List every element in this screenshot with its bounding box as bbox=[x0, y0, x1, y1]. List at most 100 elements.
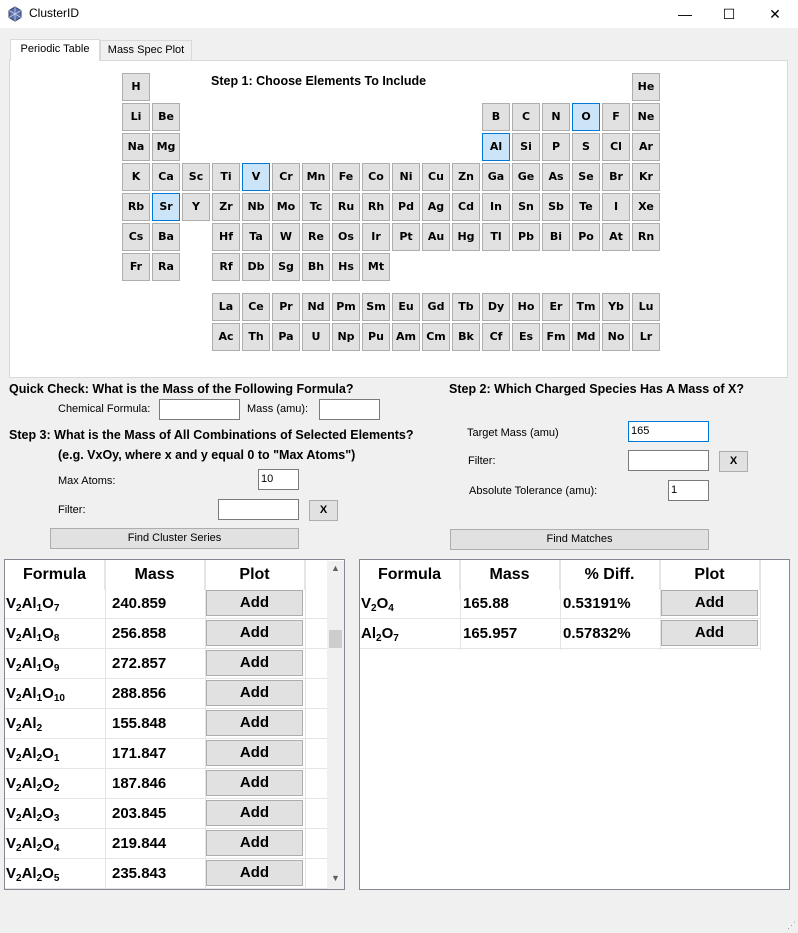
add-to-plot-button[interactable]: Add bbox=[206, 770, 303, 796]
step3-filter-input[interactable] bbox=[218, 499, 299, 520]
resize-grip-icon[interactable]: ⋰ bbox=[787, 920, 796, 931]
element-button-md[interactable]: Md bbox=[572, 323, 600, 351]
element-button-ne[interactable]: Ne bbox=[632, 103, 660, 131]
element-button-br[interactable]: Br bbox=[602, 163, 630, 191]
tab-periodic-table[interactable]: Periodic Table bbox=[10, 39, 100, 61]
element-button-pb[interactable]: Pb bbox=[512, 223, 540, 251]
element-button-in[interactable]: In bbox=[482, 193, 510, 221]
element-button-hf[interactable]: Hf bbox=[212, 223, 240, 251]
add-to-plot-button[interactable]: Add bbox=[206, 680, 303, 706]
element-button-pd[interactable]: Pd bbox=[392, 193, 420, 221]
element-button-kr[interactable]: Kr bbox=[632, 163, 660, 191]
element-button-p[interactable]: P bbox=[542, 133, 570, 161]
element-button-no[interactable]: No bbox=[602, 323, 630, 351]
element-button-ta[interactable]: Ta bbox=[242, 223, 270, 251]
element-button-pm[interactable]: Pm bbox=[332, 293, 360, 321]
element-button-la[interactable]: La bbox=[212, 293, 240, 321]
element-button-he[interactable]: He bbox=[632, 73, 660, 101]
element-button-th[interactable]: Th bbox=[242, 323, 270, 351]
element-button-yb[interactable]: Yb bbox=[602, 293, 630, 321]
element-button-cu[interactable]: Cu bbox=[422, 163, 450, 191]
element-button-po[interactable]: Po bbox=[572, 223, 600, 251]
element-button-ra[interactable]: Ra bbox=[152, 253, 180, 281]
element-button-fr[interactable]: Fr bbox=[122, 253, 150, 281]
element-button-sb[interactable]: Sb bbox=[542, 193, 570, 221]
tab-mass-spec-plot[interactable]: Mass Spec Plot bbox=[100, 40, 192, 60]
element-button-i[interactable]: I bbox=[602, 193, 630, 221]
close-button[interactable]: ✕ bbox=[752, 0, 798, 28]
element-button-zn[interactable]: Zn bbox=[452, 163, 480, 191]
step2-filter-input[interactable] bbox=[628, 450, 709, 471]
element-button-y[interactable]: Y bbox=[182, 193, 210, 221]
element-button-bh[interactable]: Bh bbox=[302, 253, 330, 281]
element-button-ba[interactable]: Ba bbox=[152, 223, 180, 251]
element-button-os[interactable]: Os bbox=[332, 223, 360, 251]
element-button-ce[interactable]: Ce bbox=[242, 293, 270, 321]
add-to-plot-button[interactable]: Add bbox=[661, 620, 758, 646]
element-button-h[interactable]: H bbox=[122, 73, 150, 101]
add-to-plot-button[interactable]: Add bbox=[661, 590, 758, 616]
element-button-er[interactable]: Er bbox=[542, 293, 570, 321]
element-button-cr[interactable]: Cr bbox=[272, 163, 300, 191]
element-button-w[interactable]: W bbox=[272, 223, 300, 251]
add-to-plot-button[interactable]: Add bbox=[206, 860, 303, 886]
element-button-pr[interactable]: Pr bbox=[272, 293, 300, 321]
element-button-k[interactable]: K bbox=[122, 163, 150, 191]
minimize-button[interactable]: — bbox=[662, 0, 708, 28]
element-button-u[interactable]: U bbox=[302, 323, 330, 351]
element-button-b[interactable]: B bbox=[482, 103, 510, 131]
mass-amu-input[interactable] bbox=[319, 399, 380, 420]
chemical-formula-input[interactable] bbox=[159, 399, 240, 420]
element-button-db[interactable]: Db bbox=[242, 253, 270, 281]
element-button-ge[interactable]: Ge bbox=[512, 163, 540, 191]
element-button-ag[interactable]: Ag bbox=[422, 193, 450, 221]
element-button-sc[interactable]: Sc bbox=[182, 163, 210, 191]
element-button-c[interactable]: C bbox=[512, 103, 540, 131]
element-button-ni[interactable]: Ni bbox=[392, 163, 420, 191]
element-button-ti[interactable]: Ti bbox=[212, 163, 240, 191]
element-button-as[interactable]: As bbox=[542, 163, 570, 191]
element-button-re[interactable]: Re bbox=[302, 223, 330, 251]
element-button-at[interactable]: At bbox=[602, 223, 630, 251]
element-button-tb[interactable]: Tb bbox=[452, 293, 480, 321]
element-button-np[interactable]: Np bbox=[332, 323, 360, 351]
element-button-bk[interactable]: Bk bbox=[452, 323, 480, 351]
element-button-mn[interactable]: Mn bbox=[302, 163, 330, 191]
element-button-be[interactable]: Be bbox=[152, 103, 180, 131]
element-button-fm[interactable]: Fm bbox=[542, 323, 570, 351]
element-button-n[interactable]: N bbox=[542, 103, 570, 131]
element-button-zr[interactable]: Zr bbox=[212, 193, 240, 221]
element-button-nb[interactable]: Nb bbox=[242, 193, 270, 221]
element-button-lr[interactable]: Lr bbox=[632, 323, 660, 351]
add-to-plot-button[interactable]: Add bbox=[206, 740, 303, 766]
element-button-sg[interactable]: Sg bbox=[272, 253, 300, 281]
element-button-li[interactable]: Li bbox=[122, 103, 150, 131]
add-to-plot-button[interactable]: Add bbox=[206, 620, 303, 646]
element-button-tm[interactable]: Tm bbox=[572, 293, 600, 321]
element-button-te[interactable]: Te bbox=[572, 193, 600, 221]
element-button-pt[interactable]: Pt bbox=[392, 223, 420, 251]
element-button-fe[interactable]: Fe bbox=[332, 163, 360, 191]
add-to-plot-button[interactable]: Add bbox=[206, 590, 303, 616]
element-button-bi[interactable]: Bi bbox=[542, 223, 570, 251]
element-button-ru[interactable]: Ru bbox=[332, 193, 360, 221]
element-button-sr[interactable]: Sr bbox=[152, 193, 180, 221]
add-to-plot-button[interactable]: Add bbox=[206, 800, 303, 826]
element-button-lu[interactable]: Lu bbox=[632, 293, 660, 321]
target-mass-input[interactable]: 165 bbox=[628, 421, 709, 442]
element-button-sn[interactable]: Sn bbox=[512, 193, 540, 221]
element-button-xe[interactable]: Xe bbox=[632, 193, 660, 221]
element-button-dy[interactable]: Dy bbox=[482, 293, 510, 321]
element-button-o[interactable]: O bbox=[572, 103, 600, 131]
element-button-ho[interactable]: Ho bbox=[512, 293, 540, 321]
step3-filter-clear-button[interactable]: X bbox=[309, 500, 338, 521]
element-button-mo[interactable]: Mo bbox=[272, 193, 300, 221]
max-atoms-input[interactable]: 10 bbox=[258, 469, 299, 490]
find-cluster-series-button[interactable]: Find Cluster Series bbox=[50, 528, 299, 549]
element-button-cf[interactable]: Cf bbox=[482, 323, 510, 351]
add-to-plot-button[interactable]: Add bbox=[206, 650, 303, 676]
element-button-es[interactable]: Es bbox=[512, 323, 540, 351]
element-button-mt[interactable]: Mt bbox=[362, 253, 390, 281]
element-button-al[interactable]: Al bbox=[482, 133, 510, 161]
element-button-rn[interactable]: Rn bbox=[632, 223, 660, 251]
